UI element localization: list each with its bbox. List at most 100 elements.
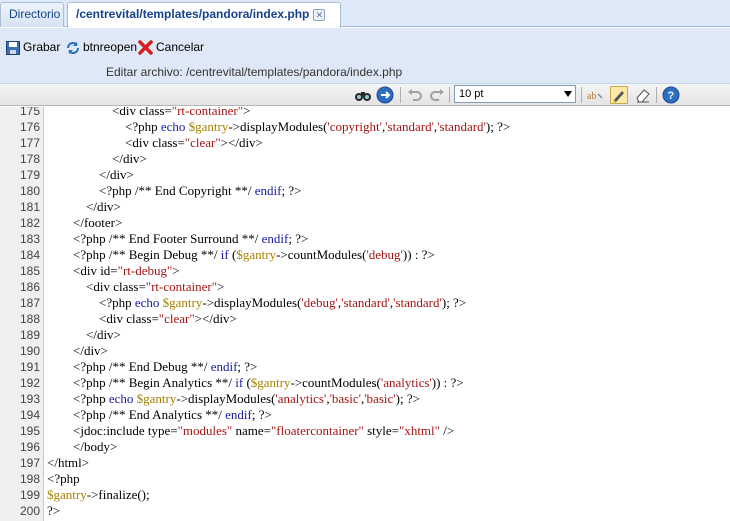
code-text: <?php echo $gantry->displayModules('anal… (47, 391, 420, 406)
line-number: 182 (19, 216, 40, 230)
code-text: </div> (47, 199, 121, 214)
save-button[interactable]: Grabar (6, 38, 60, 56)
line-number: 190 (19, 344, 40, 358)
code-line: 183 <?php /** End Footer Surround **/ en… (0, 231, 730, 247)
code-line: 191 <?php /** End Debug **/ endif; ?> (0, 359, 730, 375)
code-text: <div class="rt-container"> (47, 279, 225, 294)
font-size-select[interactable]: 10 pt (454, 85, 576, 103)
code-text: </div> (47, 151, 147, 166)
cancel-icon (138, 40, 153, 55)
chevron-down-icon (564, 91, 572, 97)
font-size-value: 10 pt (459, 88, 484, 100)
code-text: <div class="clear"></div> (47, 135, 263, 150)
tab-index-php[interactable]: /centrevital/templates/pandora/index.php… (67, 2, 341, 28)
edit-file-label: Editar archivo: /centrevital/templates/p… (106, 65, 403, 79)
toolbar-separator (400, 87, 401, 103)
cancel-button[interactable]: Cancelar (138, 38, 204, 56)
code-text: </div> (47, 343, 108, 358)
undo-icon[interactable] (406, 86, 424, 104)
code-lines: 175 <div class="rt-container"> 176 <?php … (0, 107, 730, 519)
code-line: 188 <div class="clear"></div> (0, 311, 730, 327)
line-number: 176 (19, 120, 40, 134)
save-label: Grabar (23, 40, 61, 54)
code-line: 192 <?php /** Begin Analytics **/ if ($g… (0, 375, 730, 391)
reopen-icon (67, 42, 79, 54)
line-number: 181 (19, 200, 40, 214)
line-number: 188 (19, 312, 40, 326)
goto-line-icon[interactable] (376, 86, 394, 104)
line-number: 175 (19, 107, 40, 118)
line-number: 196 (19, 440, 40, 454)
code-text: </div> (47, 167, 134, 182)
code-text: </div> (47, 327, 121, 342)
code-text: </html> (47, 455, 90, 470)
code-line: 197 </html> (0, 455, 730, 471)
code-line: 196 </body> (0, 439, 730, 455)
code-line: 187 <?php echo $gantry->displayModules('… (0, 295, 730, 311)
code-text: <jdoc:include type="modules" name="float… (47, 423, 455, 438)
code-text: </body> (47, 439, 118, 454)
code-text: <?php /** End Analytics **/ endif; ?> (47, 407, 272, 422)
reopen-label: btnreopen (83, 40, 138, 54)
line-number: 186 (19, 280, 40, 294)
svg-text:?: ? (668, 90, 675, 102)
code-line: 181 </div> (0, 199, 730, 215)
redo-icon[interactable] (428, 86, 446, 104)
find-icon[interactable] (354, 86, 372, 104)
code-line: 180 <?php /** End Copyright **/ endif; ?… (0, 183, 730, 199)
code-text: <div class="clear"></div> (47, 311, 237, 326)
toolbar-separator (449, 87, 450, 103)
code-text: </footer> (47, 215, 123, 230)
svg-text:ab: ab (587, 91, 596, 102)
code-line: 189 </div> (0, 327, 730, 343)
toolbar-separator (656, 87, 657, 103)
line-number: 178 (19, 152, 40, 166)
line-number: 177 (19, 136, 40, 150)
code-line: 175 <div class="rt-container"> (0, 107, 730, 119)
line-number: 185 (19, 264, 40, 278)
line-number: 197 (19, 456, 40, 470)
line-number: 187 (19, 296, 40, 310)
code-line: 198 <?php (0, 471, 730, 487)
line-number: 195 (19, 424, 40, 438)
code-text: <?php /** End Footer Surround **/ endif;… (47, 231, 309, 246)
code-text: <?php (47, 471, 80, 486)
code-line: 184 <?php /** Begin Debug **/ if ($gantr… (0, 247, 730, 263)
line-number: 194 (19, 408, 40, 422)
help-icon[interactable]: ? (662, 86, 680, 104)
eraser-icon[interactable] (634, 86, 652, 104)
code-text: <?php /** Begin Analytics **/ if ($gantr… (47, 375, 464, 390)
syntax-highlight-icon[interactable]: ab (586, 86, 604, 104)
code-line: 177 <div class="clear"></div> (0, 135, 730, 151)
code-line: 190 </div> (0, 343, 730, 359)
code-editor[interactable]: 175 <div class="rt-container"> 176 <?php … (0, 107, 730, 521)
code-line: 194 <?php /** End Analytics **/ endif; ?… (0, 407, 730, 423)
code-text: <div id="rt-debug"> (47, 263, 180, 278)
action-toolbar: Grabar btnreopen Cancelar (0, 28, 730, 64)
save-icon (6, 41, 20, 55)
code-line: 185 <div id="rt-debug"> (0, 263, 730, 279)
code-text: <?php /** End Debug **/ endif; ?> (47, 359, 258, 374)
code-text: <div class="rt-container"> (47, 107, 251, 118)
edit-file-bar: Editar archivo: /centrevital/templates/p… (0, 64, 730, 84)
line-number: 191 (19, 360, 40, 374)
reopen-button[interactable]: btnreopen (66, 38, 137, 56)
code-text: <?php /** End Copyright **/ endif; ?> (47, 183, 302, 198)
line-number: 184 (19, 248, 40, 262)
tab-label: Directorio (9, 7, 61, 21)
line-number: 199 (19, 488, 40, 502)
code-text: $gantry->finalize(); (47, 487, 150, 502)
highlighter-icon[interactable] (610, 86, 628, 104)
code-line: 200 ?> (0, 503, 730, 519)
line-number: 179 (19, 168, 40, 182)
code-line: 179 </div> (0, 167, 730, 183)
code-line: 186 <div class="rt-container"> (0, 279, 730, 295)
close-icon[interactable]: ✕ (313, 8, 326, 21)
tab-directorio[interactable]: Directorio (0, 2, 64, 27)
line-number: 183 (19, 232, 40, 246)
tab-label: /centrevital/templates/pandora/index.php (76, 7, 310, 21)
toolbar-separator (581, 87, 582, 103)
code-line: 176 <?php echo $gantry->displayModules('… (0, 119, 730, 135)
code-text: <?php echo $gantry->displayModules('copy… (47, 119, 511, 134)
line-number: 198 (19, 472, 40, 486)
